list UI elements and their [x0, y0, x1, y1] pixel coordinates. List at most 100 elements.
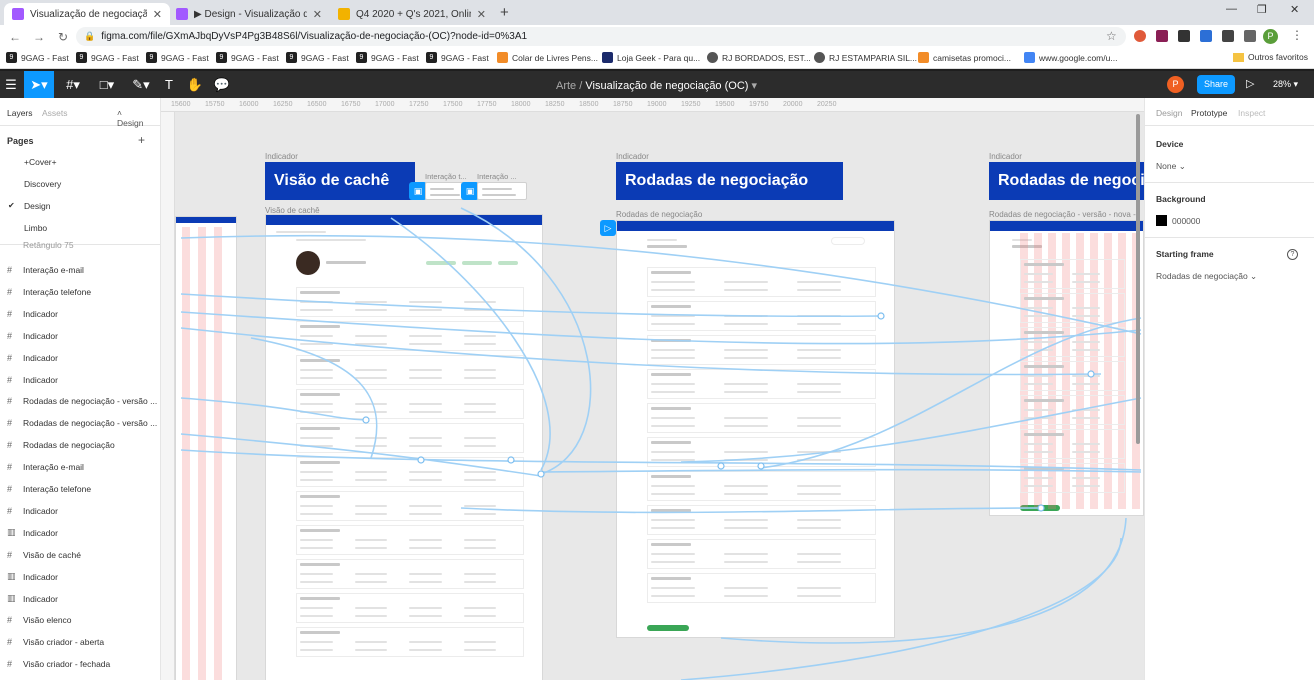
extension-shield-icon[interactable] — [1134, 30, 1146, 42]
layer-item[interactable]: ▥ Indicador — [0, 588, 161, 610]
connection-wire[interactable] — [390, 217, 551, 471]
connection-node[interactable] — [1087, 370, 1095, 378]
connection-wire[interactable] — [180, 234, 1142, 335]
connection-node[interactable] — [507, 456, 515, 464]
hand-tool-icon[interactable]: ✋ — [184, 71, 206, 98]
page-limbo[interactable]: Limbo — [24, 223, 47, 233]
connection-wire[interactable] — [180, 433, 542, 477]
other-bookmarks[interactable]: Outros favoritos — [1233, 52, 1308, 62]
tab-prototype[interactable]: Prototype — [1191, 108, 1227, 118]
extension-icon[interactable] — [1178, 30, 1190, 42]
layer-item[interactable]: # Indicador — [0, 325, 161, 347]
text-tool-icon[interactable]: T — [158, 71, 180, 98]
tab-inspect[interactable]: Inspect — [1238, 108, 1265, 118]
bookmark-item[interactable]: RJ ESTAMPARIA SIL... — [814, 52, 917, 63]
bookmark-item[interactable]: 9 9GAG - Fast — [146, 52, 209, 63]
connection-node[interactable] — [362, 416, 370, 424]
browser-tab-design[interactable]: ▶ Design - Visualização de negoci... ✕ — [168, 3, 330, 25]
background-color-swatch[interactable] — [1156, 215, 1167, 226]
browser-menu-icon[interactable]: ⋮ — [1291, 28, 1303, 42]
close-window-button[interactable]: ✕ — [1290, 3, 1299, 16]
connection-node[interactable] — [757, 462, 765, 470]
bookmark-item[interactable]: 9 9GAG - Fast — [6, 52, 69, 63]
layer-item[interactable]: # Visão criador - fechada — [0, 653, 161, 675]
chevron-down-icon[interactable]: ▾ — [752, 80, 758, 92]
shape-tool-icon[interactable]: □▾ — [92, 71, 122, 98]
browser-tab-figma-file[interactable]: Visualização de negociação (OC) ✕ — [4, 3, 170, 25]
layer-item[interactable]: # Indicador — [0, 347, 161, 369]
close-tab-icon[interactable]: ✕ — [477, 8, 486, 21]
connection-node[interactable] — [537, 470, 545, 478]
bookmark-item[interactable]: RJ BORDADOS, EST... — [707, 52, 811, 63]
connection-wire[interactable] — [180, 449, 1142, 471]
share-button[interactable]: Share — [1197, 75, 1235, 94]
canvas[interactable]: 15600 15750 16000 16250 16500 16750 17000 17250… — [161, 98, 1144, 680]
move-tool-icon[interactable]: ➤▾ — [24, 71, 54, 98]
layer-item[interactable]: # Rodadas de negociação — [0, 434, 161, 456]
layer-item[interactable]: # Indicador — [0, 369, 161, 391]
bookmark-item[interactable]: 9 9GAG - Fast — [286, 52, 349, 63]
layer-item[interactable]: ▥ Indicador — [0, 566, 161, 588]
starting-frame-dropdown[interactable]: Rodadas de negociação ⌄ — [1156, 271, 1257, 282]
connection-wire[interactable] — [250, 337, 378, 459]
puzzle-icon[interactable] — [1222, 30, 1234, 42]
zoom-dropdown[interactable]: 28% ▾ — [1273, 79, 1298, 90]
close-tab-icon[interactable]: ✕ — [153, 8, 162, 21]
layer-item-partial[interactable]: Retângulo 75 — [0, 239, 161, 251]
layer-item[interactable]: ▥ Indicador — [0, 522, 161, 544]
connection-wire[interactable] — [180, 327, 1102, 376]
bookmark-star-icon[interactable]: ☆ — [1106, 29, 1117, 43]
minimize-button[interactable]: — — [1226, 3, 1237, 15]
layer-item[interactable]: # Visão de caché — [0, 544, 161, 566]
add-page-icon[interactable]: + — [138, 133, 145, 147]
breadcrumb-file[interactable]: Visualização de negociação (OC) — [585, 80, 748, 92]
breadcrumb-project[interactable]: Arte — [556, 80, 576, 92]
connection-node[interactable] — [1037, 504, 1045, 512]
layer-item[interactable]: # Interação telefone — [0, 281, 161, 303]
connection-node[interactable] — [417, 456, 425, 464]
connection-wire[interactable] — [720, 517, 1127, 644]
layer-item[interactable]: # Interação e-mail — [0, 456, 161, 478]
connection-wire[interactable] — [680, 397, 1142, 463]
bookmark-item[interactable]: 9 9GAG - Fast — [216, 52, 279, 63]
browser-tab-q4[interactable]: Q4 2020 + Q's 2021, Online Wh... ✕ — [330, 3, 494, 25]
back-arrow-icon[interactable]: ← — [6, 30, 24, 44]
page-discovery[interactable]: Discovery — [24, 179, 61, 189]
canvas-scrollbar[interactable] — [1136, 114, 1140, 444]
tab-assets[interactable]: Assets — [42, 108, 68, 118]
bookmark-item[interactable]: camisetas promoci... — [918, 52, 1011, 63]
connection-wire[interactable] — [180, 293, 882, 318]
present-play-icon[interactable]: ▷ — [1246, 77, 1254, 90]
restore-button[interactable]: ❐ — [1257, 3, 1267, 16]
layer-item[interactable]: # Indicador — [0, 500, 161, 522]
bookmark-item[interactable]: 9 9GAG - Fast — [76, 52, 139, 63]
device-dropdown[interactable]: None ⌄ — [1156, 161, 1186, 172]
frame-tool-icon[interactable]: #▾ — [58, 71, 88, 98]
bookmark-item[interactable]: Colar de Livres Pens... — [497, 52, 598, 63]
connection-wire[interactable] — [460, 207, 592, 475]
connection-wire[interactable] — [680, 537, 1122, 680]
close-tab-icon[interactable]: ✕ — [313, 8, 322, 21]
connection-wire[interactable] — [540, 468, 1142, 473]
new-tab-button[interactable]: + — [500, 4, 509, 21]
background-hex-input[interactable]: 000000 — [1172, 216, 1200, 226]
connection-wire[interactable] — [180, 311, 1142, 345]
layer-item[interactable]: # Interação telefone — [0, 478, 161, 500]
pen-tool-icon[interactable]: ✎▾ — [126, 71, 156, 98]
connection-wire[interactable] — [180, 397, 367, 421]
layer-item[interactable]: # Rodadas de negociação - versão ... — [0, 390, 161, 412]
tab-design[interactable]: Design — [1156, 108, 1182, 118]
layer-item[interactable]: # Visão criador - aberta — [0, 631, 161, 653]
connection-node[interactable] — [877, 312, 885, 320]
bookmark-item[interactable]: Loja Geek - Para qu... — [602, 52, 700, 63]
tab-layers[interactable]: Layers — [7, 108, 33, 118]
user-avatar[interactable]: P — [1167, 76, 1184, 93]
connection-wire[interactable] — [760, 317, 1142, 469]
page-design[interactable]: Design — [24, 201, 50, 211]
layer-item[interactable]: # Rodadas de negociação - versão ... — [0, 412, 161, 434]
layer-item[interactable]: # Interação e-mail — [0, 259, 161, 281]
bookmark-item[interactable]: 9 9GAG - Fast — [426, 52, 489, 63]
reload-icon[interactable]: ↻ — [54, 30, 72, 44]
bookmark-item[interactable]: www.google.com/u... — [1024, 52, 1117, 63]
layer-item[interactable]: # Visão elenco — [0, 609, 161, 631]
